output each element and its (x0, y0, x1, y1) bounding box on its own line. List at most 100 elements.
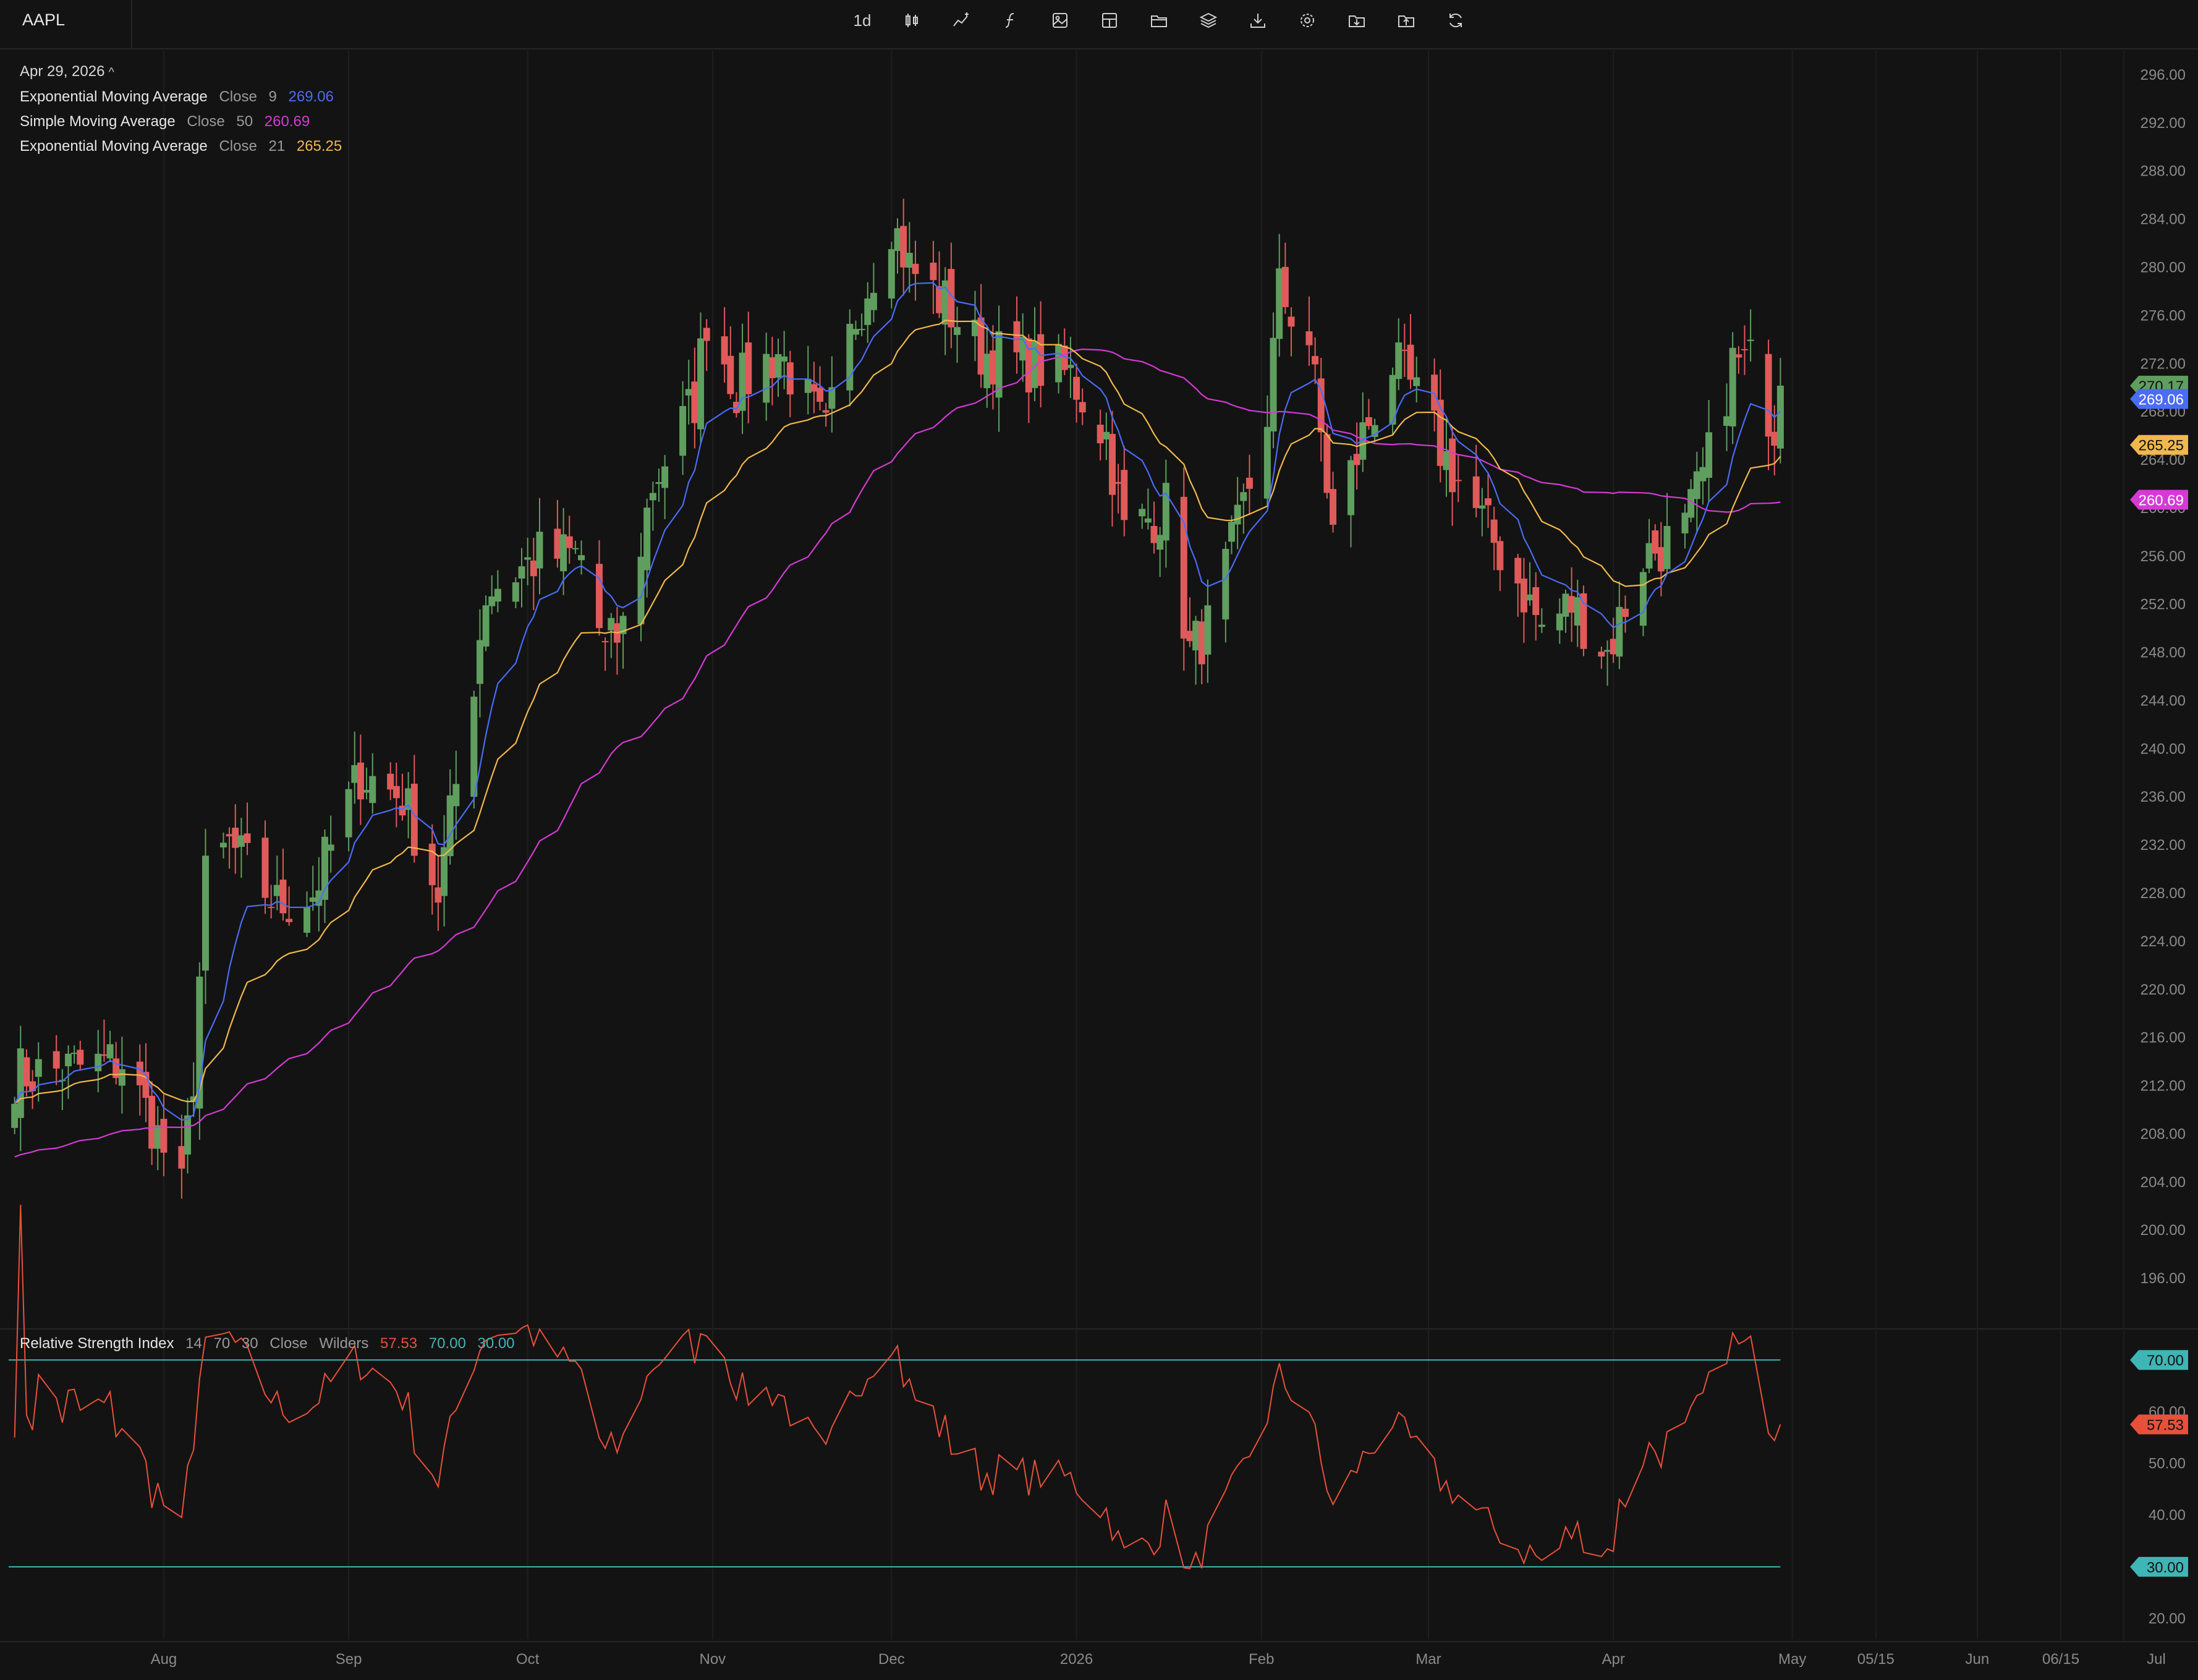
candle-body (1639, 572, 1647, 626)
legend-ema21[interactable]: Exponential Moving Average Close 21 265.… (20, 134, 342, 159)
rsi-tick-label: 50.00 (2149, 1456, 2186, 1472)
legend-date[interactable]: Apr 29, 2026 ^ (20, 59, 342, 85)
y-tick-label: 284.00 (2141, 211, 2186, 228)
candle-body (369, 776, 376, 804)
y-tick-label: 296.00 (2141, 67, 2186, 83)
sma50-badge: 260.69 (2130, 490, 2188, 510)
candle-body (77, 1050, 84, 1065)
candle-body (1103, 431, 1110, 439)
candle-body (804, 378, 812, 393)
legend-sma50-source: Close (187, 113, 225, 130)
candle-body (1436, 399, 1444, 466)
candle-body (643, 507, 651, 571)
y-tick-label: 280.00 (2141, 259, 2186, 276)
x-tick-label: 05/15 (1857, 1651, 1895, 1668)
candle-body (1520, 579, 1527, 613)
rsi-tick-label: 40.00 (2149, 1507, 2186, 1524)
candle-body (1330, 489, 1337, 525)
candle-body (1073, 376, 1080, 400)
candle-body (685, 389, 692, 396)
x-tick-label: 2026 (1060, 1651, 1093, 1668)
x-tick-label: May (1778, 1651, 1806, 1668)
sma50-badge-text: 260.69 (2139, 492, 2184, 509)
candle-body (148, 1095, 156, 1149)
candle-body (261, 838, 269, 898)
rsi-tick-label: 20.00 (2149, 1611, 2186, 1627)
candle-body (488, 596, 496, 606)
rsi-legend[interactable]: Relative Strength Index 14 70 30 Close W… (20, 1333, 515, 1355)
legend-ema21-value: 265.25 (296, 138, 342, 155)
candle-body (906, 253, 913, 268)
candle-body (1723, 416, 1731, 426)
candle-body (697, 338, 705, 430)
candle-body (178, 1146, 185, 1169)
candle-body (512, 582, 519, 602)
legend-ema9-name: Exponential Moving Average (20, 88, 208, 105)
candle-body (1234, 504, 1241, 525)
chevron-up-icon[interactable]: ^ (108, 66, 114, 79)
legend-sma50[interactable]: Simple Moving Average Close 50 260.69 (20, 109, 342, 134)
candle-body (822, 410, 830, 413)
candle-body (410, 783, 418, 856)
candle-body (1663, 525, 1671, 569)
candle-body (1681, 512, 1689, 533)
rsi-legend-lower-value: 30.00 (477, 1335, 515, 1352)
candle-body (1401, 349, 1408, 351)
ema21-badge-text: 265.25 (2139, 438, 2184, 454)
x-tick-label: Aug (151, 1651, 177, 1668)
candle-body (1228, 522, 1236, 542)
candle-body (536, 532, 543, 569)
candle-body (900, 226, 907, 268)
x-tick-label: Feb (1249, 1651, 1274, 1668)
y-tick-label: 292.00 (2141, 115, 2186, 132)
candle-body (1144, 518, 1152, 523)
candle-body (518, 566, 525, 579)
candle-body (936, 286, 943, 313)
rsi-value-badge: 57.53 (2130, 1414, 2188, 1435)
candle-body (232, 828, 239, 848)
rsi-legend-value: 57.53 (380, 1335, 418, 1352)
candle-body (852, 329, 859, 335)
legend-date-text: Apr 29, 2026 (20, 63, 105, 80)
candle-body (1121, 470, 1128, 520)
y-tick-label: 256.00 (2141, 548, 2186, 565)
candle-body (1198, 621, 1205, 664)
candle-body (1449, 438, 1456, 493)
y-tick-label: 248.00 (2141, 645, 2186, 661)
rsi-lower-badge-text: 30.00 (2147, 1559, 2184, 1576)
rsi-value-badge-text: 57.53 (2147, 1417, 2184, 1434)
candle-body (1263, 426, 1271, 499)
candle-body (1747, 339, 1754, 341)
y-tick-label: 288.00 (2141, 163, 2186, 180)
candle-body (894, 228, 901, 252)
y-tick-label: 208.00 (2141, 1126, 2186, 1142)
candle-body (1097, 425, 1104, 444)
price-chart[interactable]: Aug Sep Oct Nov Dec 2026 Feb Mar Apr May 05/15 Jun 0… (0, 0, 2198, 1680)
candle-body (1538, 624, 1545, 627)
candle-body (476, 640, 483, 684)
candle-body (226, 834, 233, 837)
candle-body (309, 897, 316, 902)
candle-body (95, 1053, 102, 1072)
legend-sma50-name: Simple Moving Average (20, 113, 176, 130)
candle-body (888, 249, 895, 299)
candle-body (351, 765, 359, 783)
candle-body (184, 1115, 192, 1155)
y-tick-label: 236.00 (2141, 789, 2186, 805)
rsi-legend-source: Close (269, 1335, 308, 1352)
candle-body (1413, 377, 1420, 386)
candle-body (1013, 321, 1020, 353)
candle-body (1288, 316, 1295, 327)
candle-body (1705, 432, 1713, 478)
candle-body (846, 323, 854, 391)
candle-body (1699, 467, 1707, 482)
legend-ema9[interactable]: Exponential Moving Average Close 9 269.0… (20, 85, 342, 109)
candle-body (1485, 498, 1492, 506)
candle-body (100, 1054, 108, 1056)
candle-body (1108, 434, 1116, 495)
legend-ema21-name: Exponential Moving Average (20, 138, 208, 155)
candle-body (1562, 593, 1569, 617)
x-tick-label: 06/15 (2042, 1651, 2079, 1668)
candle-body (23, 1057, 30, 1087)
ema9-badge: 269.06 (2130, 389, 2188, 409)
